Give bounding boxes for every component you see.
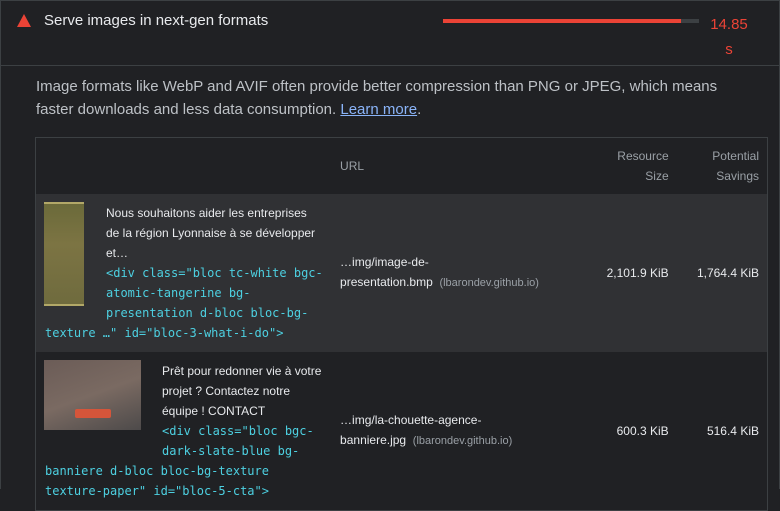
header-resource-size-line1: Resource xyxy=(617,148,669,163)
opportunity-table: URL Resource Size Potential Savings Nous… xyxy=(35,137,768,511)
table-row[interactable]: Nous souhaitons aider les entreprises de… xyxy=(35,193,768,352)
snippet-cell[interactable]: Prêt pour redonner vie à votre projet ? … xyxy=(36,352,332,511)
url-line1: …img/la-chouette-agence- xyxy=(340,413,482,427)
savings-value: 14.85 s xyxy=(709,12,749,62)
url-cell[interactable]: …img/image-de- presentation.bmp (lbarond… xyxy=(331,194,581,352)
url-line2: banniere.jpg xyxy=(340,433,407,447)
description-period: . xyxy=(417,101,422,118)
image-thumbnail xyxy=(44,201,84,306)
resource-size-cell: 2,101.9 KiB xyxy=(606,265,669,280)
savings-number: 14.85 xyxy=(710,16,748,33)
header-thumb xyxy=(36,138,332,194)
url-line2-wrap: presentation.bmp (lbarondev.github.io) xyxy=(340,272,580,293)
url-origin: (lbarondev.github.io) xyxy=(412,435,513,447)
savings-bar-fill xyxy=(443,19,682,23)
potential-savings-cell: 516.4 KiB xyxy=(706,423,759,438)
audit-header[interactable]: Serve images in next-gen formats 14.85 s xyxy=(1,1,779,66)
url-line2: presentation.bmp xyxy=(340,275,433,289)
header-resource-size: Resource Size xyxy=(581,138,677,194)
savings-bar xyxy=(443,19,699,23)
snippet-code-line: banniere d-bloc bloc-bg-texture xyxy=(45,463,269,478)
snippet-code-line: dark-slate-blue bg- xyxy=(162,443,300,458)
header-potential-savings-line1: Potential xyxy=(712,148,759,163)
snippet-code-line: texture …" id="bloc-3-what-i-do"> xyxy=(45,325,284,340)
learn-more-link[interactable]: Learn more xyxy=(340,101,417,118)
url-origin: (lbarondev.github.io) xyxy=(439,277,539,289)
thumbnail-contact-button-graphic xyxy=(75,408,111,418)
header-resource-size-line2: Size xyxy=(645,168,669,183)
savings-unit: s xyxy=(725,41,733,58)
audit-description: Image formats like WebP and AVIF often p… xyxy=(36,75,756,121)
snippet-code-line: presentation d-bloc bloc-bg- xyxy=(106,305,309,320)
resource-size-cell: 600.3 KiB xyxy=(616,423,669,438)
potential-savings-cell: 1,764.4 KiB xyxy=(696,265,759,280)
image-thumbnail xyxy=(44,359,141,430)
url-cell[interactable]: …img/la-chouette-agence- banniere.jpg (l… xyxy=(331,352,581,511)
fail-triangle-icon xyxy=(17,14,31,27)
header-potential-savings: Potential Savings xyxy=(677,138,768,194)
table-header-row: URL Resource Size Potential Savings xyxy=(36,138,768,194)
url-line2-wrap: banniere.jpg (lbarondev.github.io) xyxy=(340,430,580,451)
audit-title: Serve images in next-gen formats xyxy=(44,12,269,29)
table-row[interactable]: Prêt pour redonner vie à votre projet ? … xyxy=(35,351,768,511)
header-potential-savings-line2: Savings xyxy=(716,168,759,183)
snippet-cell[interactable]: Nous souhaitons aider les entreprises de… xyxy=(36,194,332,352)
header-url: URL xyxy=(340,158,365,173)
snippet-code-line: texture-paper" id="bloc-5-cta"> xyxy=(45,483,269,498)
url-line1: …img/image-de- xyxy=(340,255,429,269)
